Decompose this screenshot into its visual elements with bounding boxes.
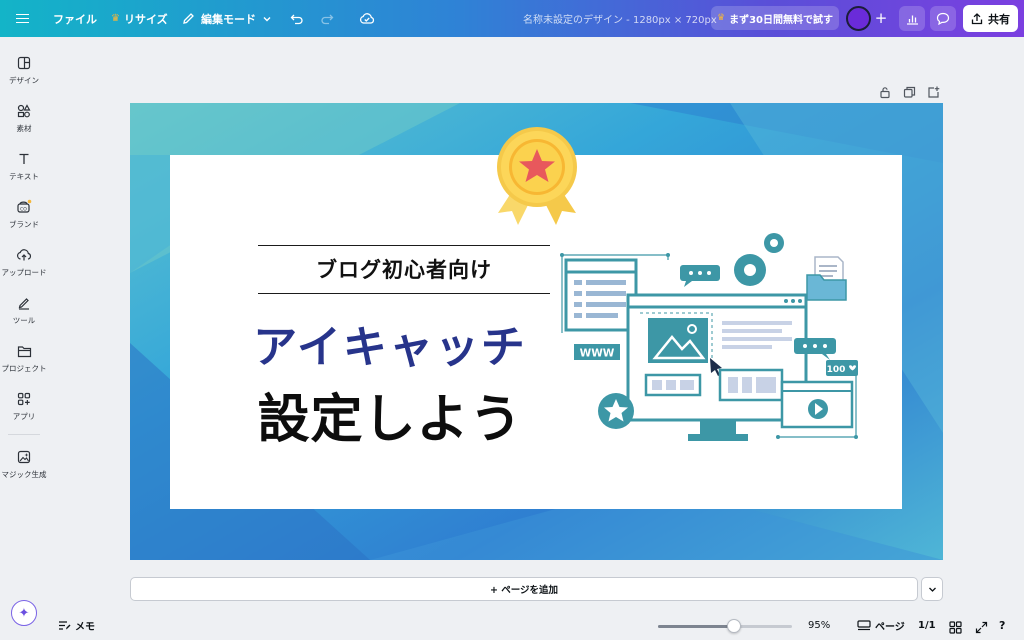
- upload-icon: [15, 246, 33, 264]
- main-menu-button[interactable]: [16, 0, 29, 37]
- pencil-icon: [183, 13, 194, 24]
- sparkle-icon: ✦: [18, 605, 30, 621]
- layout-icon: [15, 54, 33, 72]
- top-bar: ファイル ♛ リサイズ 編集モード 名称未設定のデザイン - 1280px × …: [0, 0, 1024, 37]
- bar-chart-icon: [906, 15, 918, 25]
- page-count: 1/1: [918, 620, 936, 631]
- invite-plus-button[interactable]: +: [873, 10, 889, 26]
- plus-icon: +: [874, 9, 888, 27]
- zoom-slider[interactable]: [658, 625, 792, 628]
- sidebar-item-elements[interactable]: 素材: [0, 100, 48, 144]
- redo-button[interactable]: [320, 0, 334, 37]
- magic-media-icon: [15, 448, 33, 466]
- sidebar-item-projects[interactable]: プロジェクト: [0, 340, 48, 384]
- sidebar-item-label: アップロード: [1, 268, 47, 277]
- duplicate-page-button[interactable]: [903, 84, 917, 98]
- question-icon: ?: [999, 619, 1006, 632]
- zoom-slider-thumb[interactable]: [727, 619, 742, 633]
- like-count-label: 100: [827, 365, 846, 375]
- divider-line: [258, 245, 550, 246]
- sidebar-item-label: 素材: [16, 124, 32, 133]
- crown-icon: ♛: [111, 13, 120, 24]
- website-illustration[interactable]: WWW 100: [560, 225, 870, 450]
- cloud-check-icon: [359, 13, 375, 24]
- sidebar-item-apps[interactable]: アプリ: [0, 388, 48, 432]
- edit-mode-label: 編集モード: [201, 12, 256, 26]
- redo-icon: [321, 14, 334, 24]
- resize-label: リサイズ: [123, 12, 168, 26]
- lock-page-button[interactable]: [879, 84, 893, 99]
- free-trial-label: まず30日間無料で試す: [729, 14, 833, 26]
- sidebar-item-label: テキスト: [9, 172, 39, 181]
- comments-button[interactable]: [930, 6, 956, 31]
- edit-mode-dropdown[interactable]: 編集モード: [182, 0, 272, 37]
- add-page-icon: [928, 86, 940, 98]
- share-button[interactable]: 共有: [963, 5, 1018, 32]
- folder-icon: [15, 342, 33, 360]
- menu-icon: [16, 11, 29, 26]
- grid-icon: [949, 621, 962, 634]
- sidebar-item-label: デザイン: [9, 76, 39, 85]
- save-status-button[interactable]: [359, 0, 375, 37]
- fullscreen-button[interactable]: [975, 619, 988, 634]
- page-options-button[interactable]: [921, 577, 943, 601]
- crown-icon: ♛: [717, 13, 726, 23]
- chevron-down-icon: [928, 587, 936, 592]
- apps-icon: [15, 390, 33, 408]
- chevron-down-icon: [263, 16, 271, 21]
- shapes-icon: [15, 102, 33, 120]
- title-line-2[interactable]: 設定しよう: [210, 377, 570, 452]
- sidebar-item-magic-media[interactable]: マジック生成: [0, 446, 48, 490]
- brand-icon: CO: [15, 198, 33, 216]
- grid-view-button[interactable]: [949, 619, 962, 634]
- pages-icon: [857, 620, 871, 631]
- free-trial-button[interactable]: ♛ まず30日間無料で試す: [711, 6, 839, 30]
- expand-icon: [975, 621, 988, 634]
- design-canvas[interactable]: ブログ初心者向け アイキャッチ 設定しよう WWW 100: [130, 103, 943, 560]
- draw-icon: [15, 294, 33, 312]
- upload-share-icon: [971, 12, 983, 24]
- zoom-value[interactable]: 95%: [808, 620, 830, 631]
- sidebar-item-uploads[interactable]: アップロード: [0, 244, 48, 288]
- magic-assistant-button[interactable]: ✦: [11, 600, 37, 626]
- notes-icon: [59, 621, 71, 630]
- title-line-1[interactable]: アイキャッチ: [210, 311, 570, 375]
- divider-line: [258, 293, 550, 294]
- file-menu[interactable]: ファイル: [53, 0, 97, 37]
- sidebar-item-label: ブランド: [9, 220, 39, 229]
- notes-label: メモ: [75, 622, 95, 633]
- duplicate-icon: [903, 86, 916, 98]
- insights-button[interactable]: [899, 6, 925, 31]
- sidebar-item-text[interactable]: テキスト: [0, 148, 48, 192]
- subtitle-text[interactable]: ブログ初心者向け: [258, 254, 550, 284]
- pages-view-button[interactable]: ページ: [857, 618, 905, 633]
- avatar[interactable]: [846, 6, 871, 31]
- document-title[interactable]: 名称未設定のデザイン - 1280px × 720px: [523, 0, 717, 37]
- sidebar-item-label: プロジェクト: [1, 364, 47, 373]
- award-badge-illustration[interactable]: [492, 127, 582, 227]
- pages-label: ページ: [875, 622, 905, 633]
- sidebar-divider: [8, 434, 40, 435]
- text-icon: [15, 150, 33, 168]
- sidebar-item-brand[interactable]: CO ブランド: [0, 196, 48, 240]
- share-label: 共有: [988, 12, 1010, 26]
- sidebar-item-tools[interactable]: ツール: [0, 292, 48, 336]
- left-sidebar: デザイン 素材 テキスト CO ブランド アップロード ツール プロジェクト ア…: [0, 37, 48, 640]
- notes-button[interactable]: メモ: [58, 618, 95, 633]
- sidebar-item-label: マジック生成: [1, 470, 47, 479]
- add-page-icon-button[interactable]: [927, 84, 941, 98]
- undo-icon: [290, 14, 303, 24]
- zoom-slider-fill: [658, 625, 735, 628]
- sidebar-item-label: アプリ: [12, 412, 36, 421]
- undo-button[interactable]: [290, 0, 304, 37]
- help-button[interactable]: ?: [999, 619, 1012, 632]
- www-label: WWW: [580, 348, 615, 360]
- sidebar-item-label: ツール: [12, 316, 36, 325]
- comment-icon: [936, 12, 950, 25]
- svg-text:CO: CO: [20, 206, 27, 212]
- sidebar-item-design[interactable]: デザイン: [0, 52, 48, 96]
- lock-icon: [880, 87, 890, 99]
- add-page-button[interactable]: + ページを追加: [130, 577, 918, 601]
- resize-menu[interactable]: ♛ リサイズ: [111, 0, 168, 37]
